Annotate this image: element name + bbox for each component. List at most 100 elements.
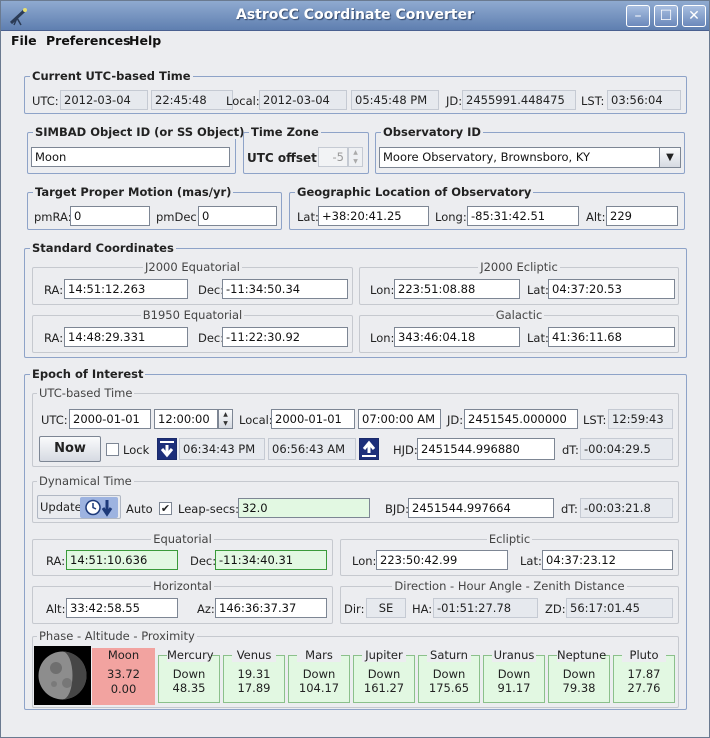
auto-label: Auto [126, 502, 153, 516]
epoch-jd-input[interactable]: 2451545.000000 [464, 409, 578, 429]
observatory-dropdown-button[interactable]: ▼ [659, 148, 680, 167]
epoch-dec-label: Dec: [190, 554, 217, 568]
moon-name: Moon [107, 648, 140, 662]
observatory-select[interactable]: Moore Observatory, Brownsboro, KY [379, 147, 681, 168]
epoch-utc-time-input[interactable]: 12:00:00 [154, 409, 218, 429]
epoch-utc-date-input[interactable]: 2000-01-01 [69, 409, 151, 429]
rise-time-button[interactable] [359, 438, 379, 460]
epoch-local-time-input[interactable]: 07:00:00 AM [358, 409, 441, 429]
current-local-date: 2012-03-04 [259, 90, 347, 110]
set-time-button[interactable] [157, 438, 177, 460]
b1950-dec-input[interactable]: -11:22:30.92 [222, 327, 348, 347]
planet-proximity: 79.38 [562, 681, 596, 695]
planet-name: Uranus [492, 648, 536, 662]
standard-legend: Standard Coordinates [30, 241, 176, 255]
direction-zd-label: ZD: [545, 602, 566, 616]
minimize-button[interactable]: – [626, 5, 650, 27]
direction-zd-field: 56:17:01.45 [566, 598, 673, 618]
geo-alt-label: Alt: [586, 210, 606, 224]
j2000-dec-input[interactable]: -11:34:50.34 [222, 279, 348, 299]
menu-preferences[interactable]: Preferences [46, 33, 131, 48]
planet-mercury: Mercury Down 48.35 [158, 648, 220, 703]
current-utc-date: 2012-03-04 [60, 90, 148, 110]
epoch-ra-label: RA: [46, 554, 66, 568]
utc-offset-spinner[interactable]: ▲ ▼ [348, 147, 363, 167]
lst-label: LST: [581, 94, 605, 108]
current-jd: 2455991.448475 [462, 90, 576, 110]
moon-phase-image [34, 646, 91, 705]
menu-help[interactable]: Help [129, 33, 161, 48]
epoch-ecl-lat-field[interactable]: 04:37:23.12 [542, 550, 673, 570]
update-label: Update [40, 500, 82, 514]
proper-motion-legend: Target Proper Motion (mas/yr) [33, 185, 234, 199]
jd-label: JD: [446, 94, 463, 108]
lock-checkbox[interactable] [106, 443, 119, 456]
j2000-ecl-lon-input[interactable]: 223:51:08.88 [394, 279, 520, 299]
hjd-input[interactable]: 2451544.996880 [417, 438, 555, 460]
bjd-input[interactable]: 2451544.997664 [408, 498, 554, 518]
hjd-dt-label: dT: [562, 443, 579, 457]
b1950-ra-label: RA: [44, 331, 64, 345]
maximize-icon: ☐ [659, 8, 673, 24]
geo-long-input[interactable]: -85:31:42.51 [467, 206, 579, 226]
window-title: AstroCC Coordinate Converter [236, 7, 474, 23]
planet-altitude: Down [497, 667, 531, 681]
epoch-lst-label: LST: [583, 413, 607, 427]
bjd-dt-label: dT: [561, 502, 578, 516]
checkmark-icon: ✔ [160, 502, 171, 515]
title-bar: AstroCC Coordinate Converter – ☐ ✕ [1, 1, 709, 31]
auto-checkbox[interactable]: ✔ [159, 502, 172, 515]
horizontal-az-field[interactable]: 146:36:37.37 [215, 598, 327, 618]
planet-neptune: Neptune Down 79.38 [548, 648, 610, 703]
timezone-legend: Time Zone [249, 125, 321, 139]
bjd-label: BJD: [385, 502, 410, 516]
j2000-ra-input[interactable]: 14:51:12.263 [64, 279, 188, 299]
galactic-lat-input[interactable]: 41:36:11.68 [548, 327, 675, 347]
simbad-object-input[interactable]: Moon [31, 147, 230, 167]
galactic-lon-input[interactable]: 343:46:04.18 [394, 327, 520, 347]
observatory-legend: Observatory ID [381, 125, 483, 139]
maximize-button[interactable]: ☐ [654, 5, 678, 27]
utc-label: UTC: [32, 94, 59, 108]
app-window: AstroCC Coordinate Converter – ☐ ✕ File … [0, 0, 710, 738]
epoch-ecl-lon-field[interactable]: 223:50:42.99 [376, 550, 508, 570]
pmra-input[interactable]: 0 [70, 206, 150, 226]
planet-proximity: 175.65 [428, 681, 470, 695]
now-button[interactable]: Now [39, 436, 101, 462]
utc-offset-field[interactable]: -5 [318, 147, 348, 167]
update-button[interactable]: Update [37, 495, 121, 519]
j2000-ra-label: RA: [44, 283, 64, 297]
epoch-ra-field[interactable]: 14:51:10.636 [66, 550, 178, 570]
menu-file[interactable]: File [11, 33, 37, 48]
geo-lat-label: Lat: [297, 210, 319, 224]
moon-panel: Moon 33.72 0.00 [92, 648, 155, 705]
epoch-time-spinner[interactable]: ▲ ▼ [218, 409, 233, 429]
epoch-dec-field[interactable]: -11:34:40.31 [215, 550, 327, 570]
leap-secs-input[interactable]: 32.0 [238, 498, 370, 518]
rise-time-field: 06:56:43 AM [268, 438, 356, 460]
j2000-ecl-lat-input[interactable]: 04:37:20.53 [548, 279, 675, 299]
planet-proximity: 104.17 [298, 681, 340, 695]
planet-proximity: 27.76 [627, 681, 661, 695]
horizontal-alt-field[interactable]: 33:42:58.55 [66, 598, 178, 618]
current-lst: 03:56:04 [607, 90, 681, 110]
sunset-arrow-icon [160, 441, 174, 458]
lock-label: Lock [123, 443, 150, 457]
geo-alt-input[interactable]: 229 [606, 206, 678, 226]
pmdec-input[interactable]: 0 [198, 206, 277, 226]
j2000-ecl-lon-label: Lon: [370, 283, 395, 297]
close-button[interactable]: ✕ [682, 5, 706, 27]
planet-uranus: Uranus Down 91.17 [483, 648, 545, 703]
bjd-dt-field: -00:03:21.8 [580, 498, 673, 518]
b1950-ra-input[interactable]: 14:48:29.331 [64, 327, 188, 347]
planet-jupiter: Jupiter Down 161.27 [353, 648, 415, 703]
geo-lat-input[interactable]: +38:20:41.25 [318, 206, 429, 226]
moon-altitude: 33.72 [107, 667, 140, 681]
epoch-local-date-input[interactable]: 2000-01-01 [271, 409, 355, 429]
simbad-legend: SIMBAD Object ID (or SS Object) [33, 125, 247, 139]
j2000-dec-label: Dec: [198, 283, 225, 297]
pmra-label: pmRA: [34, 210, 72, 224]
epoch-utc-label: UTC: [41, 413, 68, 427]
chevron-down-icon: ▼ [353, 158, 358, 165]
planet-name: Pluto [622, 648, 666, 662]
